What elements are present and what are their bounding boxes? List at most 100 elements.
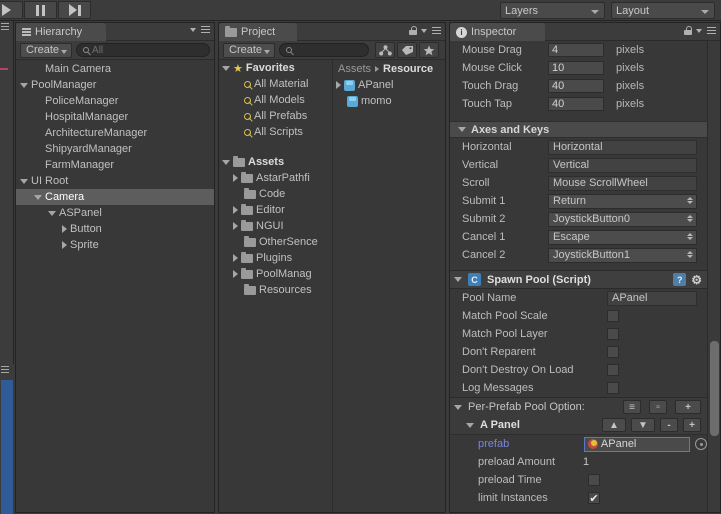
chevron-down-icon[interactable] [421,28,427,33]
gear-icon[interactable]: ⚙ [691,273,702,287]
chevron-right-icon[interactable] [233,206,238,214]
hierarchy-item-aspanel[interactable]: ASPanel [16,205,214,221]
project-folder-ngui[interactable]: NGUI [219,218,332,234]
hamburger-icon[interactable] [201,26,210,33]
pool-name-input[interactable]: APanel [607,290,697,306]
hierarchy-item-policemanager[interactable]: PoliceManager [16,93,214,109]
hamburger-icon[interactable] [432,27,441,34]
axis-input[interactable]: Mouse ScrollWheel [548,175,697,191]
add-icon[interactable]: + [683,418,701,432]
pool-toggle-checkbox[interactable] [607,310,619,322]
object-filter-icon[interactable] [375,42,395,58]
hierarchy-item-button[interactable]: Button [16,221,214,237]
hierarchy-item-camera[interactable]: Camera [16,189,214,205]
pool-toggle-checkbox[interactable] [607,382,619,394]
project-folder-plugins[interactable]: Plugins [219,250,332,266]
project-favorite-all-prefabs[interactable]: All Prefabs [219,108,332,124]
scene-view-sliver[interactable] [0,21,14,364]
game-view-menu-icon[interactable] [1,366,9,373]
preload-time-checkbox[interactable] [588,474,600,486]
axis-dropdown[interactable]: Escape [548,229,697,245]
hierarchy-tab[interactable]: Hierarchy [16,23,106,41]
project-folder-astarpathfi[interactable]: AstarPathfi [219,170,332,186]
hierarchy-item-main-camera[interactable]: Main Camera [16,61,214,77]
favorite-star-icon[interactable] [419,42,439,58]
hierarchy-item-sprite[interactable]: Sprite [16,237,214,253]
axis-dropdown[interactable]: JoystickButton1 [548,247,697,263]
hierarchy-create-button[interactable]: Create [20,42,73,58]
chevron-right-icon[interactable] [233,222,238,230]
inspector-tab[interactable]: i Inspector [450,23,545,41]
move-down-icon[interactable]: ▼ [631,418,655,432]
lock-icon[interactable] [684,26,692,35]
inspector-scrollbar-thumb[interactable] [710,341,719,436]
hierarchy-item-ui-root[interactable]: UI Root [16,173,214,189]
remove-icon[interactable]: - [660,418,678,432]
list-icon[interactable]: ≡ [623,400,641,414]
chevron-down-icon[interactable] [20,82,28,88]
chevron-down-icon[interactable] [222,159,230,165]
project-favorite-all-scripts[interactable]: All Scripts [219,124,332,140]
chevron-down-icon[interactable] [190,27,196,32]
play-button[interactable] [0,1,23,19]
a-panel-entry-header[interactable]: A Panel ▲ ▼ - + [450,416,707,435]
project-folder-tree[interactable]: ★ Favorites All Material All Models All Pref… [219,60,333,512]
help-icon[interactable]: ? [673,273,687,286]
project-favorite-all-models[interactable]: All Models [219,92,332,108]
hierarchy-item-hospitalmanager[interactable]: HospitalManager [16,109,214,125]
spawn-pool-component-header[interactable]: C Spawn Pool (Script) ? ⚙ [450,270,707,289]
hierarchy-tree[interactable]: Main Camera PoolManager PoliceManager Hospi… [16,61,214,512]
per-prefab-options-header[interactable]: Per-Prefab Pool Option: ≡ ▫ + [450,397,707,416]
prefab-object-field[interactable]: APanel [583,436,690,452]
hierarchy-item-architecturemanager[interactable]: ArchitectureManager [16,125,214,141]
project-folder-code[interactable]: Code [219,186,332,202]
pool-toggle-checkbox[interactable] [607,346,619,358]
pool-toggle-checkbox[interactable] [607,364,619,376]
chevron-down-icon[interactable] [20,178,28,184]
project-tab[interactable]: Project [219,23,297,41]
project-assets-root[interactable]: Assets [219,154,332,170]
chevron-right-icon[interactable] [233,270,238,278]
axis-dropdown[interactable]: Return [548,193,697,209]
pool-toggle-checkbox[interactable] [607,328,619,340]
hierarchy-item-farmmanager[interactable]: FarmManager [16,157,214,173]
hierarchy-search-input[interactable]: All [76,43,210,57]
chevron-right-icon[interactable] [62,241,67,249]
add-icon[interactable]: + [675,400,701,414]
project-asset-apanel[interactable]: APanel [333,76,445,94]
chevron-down-icon[interactable] [222,65,230,71]
chevron-right-icon[interactable] [336,81,341,89]
project-favorite-all-material[interactable]: All Material [219,76,332,92]
threshold-input[interactable]: 40 [548,79,604,93]
hierarchy-item-poolmanager[interactable]: PoolManager [16,77,214,93]
limit-instances-checkbox[interactable] [588,492,600,504]
chevron-right-icon[interactable] [233,174,238,182]
duplicate-icon[interactable]: ▫ [649,400,667,414]
hierarchy-item-shipyardmanager[interactable]: ShipyardManager [16,141,214,157]
project-file-list[interactable]: Assets Resource APanel momo [333,60,445,512]
axis-input[interactable]: Vertical [548,157,697,173]
layout-dropdown[interactable]: Layout [611,2,715,19]
project-search-input[interactable] [279,43,370,57]
move-up-icon[interactable]: ▲ [602,418,626,432]
project-asset-momo[interactable]: momo [333,93,445,109]
chevron-down-icon[interactable] [696,28,702,33]
project-folder-editor[interactable]: Editor [219,202,332,218]
hamburger-icon[interactable] [707,27,716,34]
lock-icon[interactable] [409,26,417,35]
project-folder-othersence[interactable]: OtherSence [219,234,332,250]
breadcrumb-root[interactable]: Assets [338,63,371,75]
pause-button[interactable] [24,1,57,19]
step-button[interactable] [58,1,91,19]
layers-dropdown[interactable]: Layers [500,2,605,19]
project-favorites-root[interactable]: ★ Favorites [219,60,332,76]
chevron-down-icon[interactable] [34,194,42,200]
object-picker-icon[interactable] [695,438,707,450]
axis-dropdown[interactable]: JoystickButton0 [548,211,697,227]
preload-amount-value[interactable]: 1 [583,456,589,468]
threshold-input[interactable]: 40 [548,97,604,111]
threshold-input[interactable]: 10 [548,61,604,75]
chevron-right-icon[interactable] [62,225,67,233]
chevron-down-icon[interactable] [48,210,56,216]
threshold-input[interactable]: 4 [548,43,604,57]
